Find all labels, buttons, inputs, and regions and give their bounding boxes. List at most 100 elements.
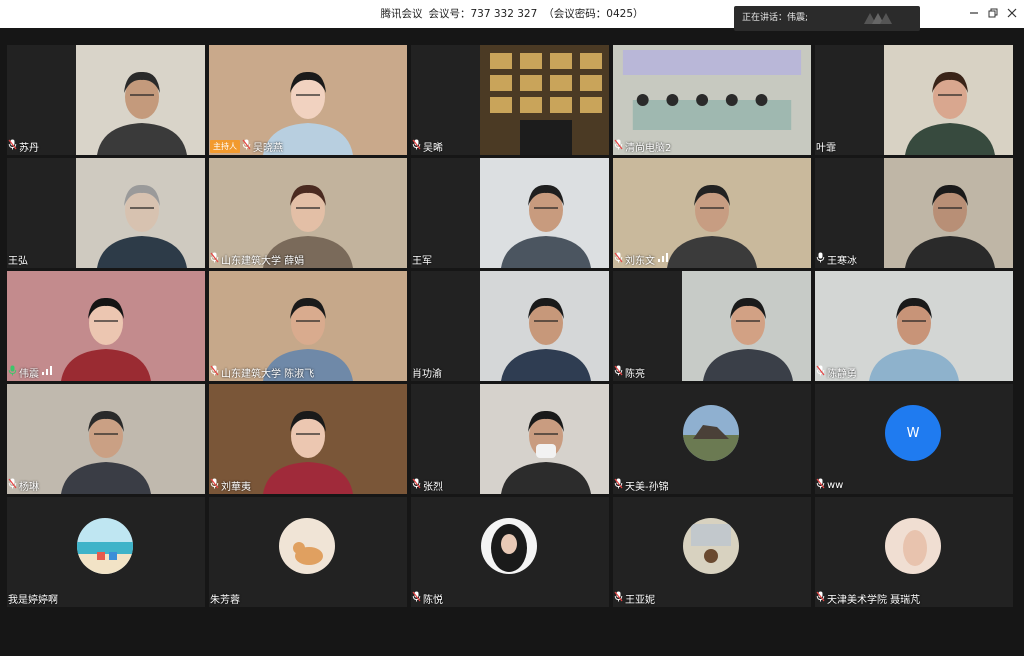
participant-name: 陈亮	[625, 368, 645, 380]
host-badge: 主持人	[210, 139, 240, 153]
participant-label: 王寒冰	[816, 252, 857, 267]
signal-strength-icon	[39, 366, 52, 378]
restore-icon[interactable]	[983, 4, 1003, 22]
participant-tile[interactable]: 杨琳	[7, 384, 205, 494]
participant-tile[interactable]: 王寒冰	[815, 158, 1013, 268]
avatar	[683, 405, 739, 461]
participant-tile[interactable]: 陈亮	[613, 271, 811, 381]
meeting-id: 会议号：737 332 327	[428, 8, 538, 20]
participant-video	[480, 158, 609, 268]
microphone-muted-icon	[210, 478, 221, 492]
participant-tile[interactable]: 陈静勇	[815, 271, 1013, 381]
participant-tile[interactable]: 吴晞	[411, 45, 609, 155]
participant-name: 叶霏	[816, 142, 836, 154]
participant-tile[interactable]: 陈悦	[411, 497, 609, 607]
participant-tile[interactable]: 张烈	[411, 384, 609, 494]
participant-tile[interactable]: 王亚妮	[613, 497, 811, 607]
participant-label: 吴晞	[412, 139, 443, 154]
microphone-muted-icon	[242, 139, 253, 153]
participant-tile[interactable]: 苏丹	[7, 45, 205, 155]
participant-tile[interactable]: 王弘	[7, 158, 205, 268]
microphone-muted-icon	[816, 591, 827, 605]
microphone-muted-icon	[614, 252, 625, 266]
microphone-icon	[8, 365, 19, 379]
microphone-muted-icon	[8, 478, 19, 492]
participant-video	[480, 384, 609, 494]
participant-label: 肖功渝	[412, 365, 442, 380]
participant-name: 朱芳蓉	[210, 594, 240, 606]
microphone-muted-icon	[412, 591, 423, 605]
avatar	[481, 518, 537, 574]
participant-name: 张烈	[423, 481, 443, 493]
participant-label: 伟震	[8, 365, 52, 380]
participant-video	[480, 271, 609, 381]
participant-name: ww	[827, 479, 844, 491]
microphone-muted-icon	[412, 139, 423, 153]
participant-video	[76, 158, 205, 268]
microphone-muted-icon	[8, 139, 19, 153]
participant-video	[682, 271, 811, 381]
participant-label: 我是婷婷啊	[8, 591, 58, 606]
participant-tile[interactable]: 刘东文	[613, 158, 811, 268]
microphone-icon	[816, 252, 827, 266]
participant-video	[76, 45, 205, 155]
close-icon[interactable]	[1002, 4, 1022, 22]
participant-tile[interactable]: 肖功渝	[411, 271, 609, 381]
minimize-icon[interactable]	[964, 4, 984, 22]
participant-tile[interactable]: 王军	[411, 158, 609, 268]
participant-video	[884, 45, 1013, 155]
participant-name: 伟震	[19, 368, 39, 380]
avatar	[279, 518, 335, 574]
participant-label: 山东建筑大学 薛娟	[210, 252, 304, 267]
participant-grid: 苏丹 主持人 吴晓燕 吴晞 清尚电脑2 叶霏 王弘 山东建筑大学 薛娟 王军 刘…	[7, 45, 1013, 607]
participant-name: 陈静勇	[827, 368, 857, 380]
participant-video	[884, 158, 1013, 268]
participant-tile[interactable]: 山东建筑大学 薛娟	[209, 158, 407, 268]
participant-label: 天美-孙锦	[614, 478, 669, 493]
avatar	[885, 518, 941, 574]
participant-tile[interactable]: 山东建筑大学 陈淑飞	[209, 271, 407, 381]
participant-name: 王军	[412, 255, 432, 267]
participant-label: 山东建筑大学 陈淑飞	[210, 365, 315, 380]
microphone-muted-icon	[412, 478, 423, 492]
microphone-muted-icon	[816, 365, 827, 379]
participant-name: 吴晞	[423, 142, 443, 154]
participant-tile[interactable]: 刘華夷	[209, 384, 407, 494]
microphone-muted-icon	[210, 252, 221, 266]
microphone-muted-icon	[614, 139, 625, 153]
participant-tile[interactable]: 天美-孙锦	[613, 384, 811, 494]
participant-tile[interactable]: 伟震	[7, 271, 205, 381]
participant-name: 天美-孙锦	[625, 481, 669, 493]
participant-tile[interactable]: 清尚电脑2	[613, 45, 811, 155]
participant-tile[interactable]: 我是婷婷啊	[7, 497, 205, 607]
meeting-password: （会议密码：0425）	[543, 8, 644, 20]
participant-label: 陈静勇	[816, 365, 857, 380]
microphone-muted-icon	[614, 478, 625, 492]
participant-name: 王寒冰	[827, 255, 857, 267]
participant-label: 主持人 吴晓燕	[210, 139, 283, 154]
participant-label: 叶霏	[816, 139, 836, 154]
speaking-indicator: 正在讲话：伟震;	[734, 6, 920, 31]
participant-label: 王亚妮	[614, 591, 655, 606]
participant-tile[interactable]: 朱芳蓉	[209, 497, 407, 607]
participant-label: 王军	[412, 252, 432, 267]
participant-label: 朱芳蓉	[210, 591, 240, 606]
participant-label: 苏丹	[8, 139, 39, 154]
participant-video	[480, 45, 609, 155]
participant-name: 陈悦	[423, 594, 443, 606]
avatar	[77, 518, 133, 574]
microphone-muted-icon	[816, 478, 827, 492]
app-name: 腾讯会议	[380, 8, 423, 20]
participant-name: 清尚电脑2	[625, 142, 672, 154]
participant-name: 刘东文	[625, 255, 655, 267]
participant-tile[interactable]: 叶霏	[815, 45, 1013, 155]
participant-tile[interactable]: 天津美术学院 聂瑞芃	[815, 497, 1013, 607]
participant-name: 山东建筑大学 陈淑飞	[221, 368, 315, 380]
participant-label: 刘華夷	[210, 478, 251, 493]
participant-label: ww	[816, 478, 843, 492]
participant-tile[interactable]: Www	[815, 384, 1013, 494]
participant-label: 陈悦	[412, 591, 443, 606]
participant-label: 陈亮	[614, 365, 645, 380]
participant-name: 刘華夷	[221, 481, 251, 493]
participant-tile[interactable]: 主持人 吴晓燕	[209, 45, 407, 155]
